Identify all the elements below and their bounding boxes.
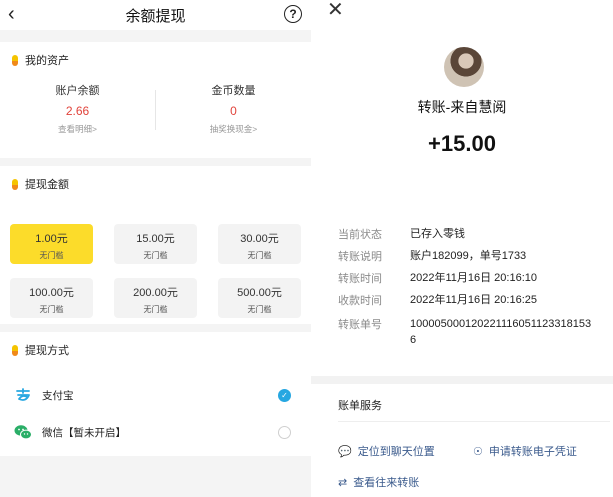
assets-card: 我的资产 账户余额 2.66 查看明细> 金币数量 0 抽奖换现金> bbox=[0, 42, 311, 158]
view-transfers-link[interactable]: ⇄ 查看往来转账 bbox=[338, 474, 419, 490]
section-marker-icon bbox=[12, 344, 18, 356]
transfer-arrows-icon: ⇄ bbox=[338, 476, 348, 489]
withdraw-screen: ‹ 余额提现 ? 我的资产 账户余额 2.66 查看明细> 金币数量 0 抽奖换… bbox=[0, 0, 311, 497]
service-label: 查看往来转账 bbox=[353, 477, 420, 489]
amount-option[interactable]: 1.00元 无门槛 bbox=[10, 224, 93, 264]
section-marker-icon bbox=[12, 178, 18, 190]
amount-option[interactable]: 100.00元 无门槛 bbox=[10, 278, 93, 318]
service-label: 申请转账电子凭证 bbox=[488, 446, 577, 458]
balance-value: 2.66 bbox=[65, 104, 90, 118]
amount-option[interactable]: 500.00元 无门槛 bbox=[218, 278, 301, 318]
amount-value: 500.00元 bbox=[237, 287, 282, 299]
detail-value: 2022年11月16日 20:16:10 bbox=[410, 272, 537, 284]
payment-method-name: 微信【暂未开启】 bbox=[42, 426, 126, 439]
amount-option[interactable]: 30.00元 无门槛 bbox=[218, 224, 301, 264]
amount-value: 1.00元 bbox=[35, 233, 68, 245]
payment-section-header: 提现方式 bbox=[0, 332, 311, 368]
request-certificate-link[interactable]: ☉ 申请转账电子凭证 bbox=[473, 443, 577, 459]
assets-summary: 账户余额 2.66 查看明细> 金币数量 0 抽奖换现金> bbox=[0, 78, 311, 150]
amount-note: 无门槛 bbox=[143, 251, 168, 260]
amount-value: 30.00元 bbox=[240, 233, 279, 245]
chevron-left-icon[interactable]: ‹ bbox=[8, 4, 15, 24]
page-title: 余额提现 bbox=[125, 7, 186, 25]
close-icon[interactable]: ✕ bbox=[327, 0, 344, 20]
payment-method-card: 提现方式 支付宝 ✓ 微信【暂未开启】 bbox=[0, 332, 311, 456]
amount-options: 1.00元 无门槛 15.00元 无门槛 30.00元 无门槛 100.00元 … bbox=[0, 202, 311, 318]
detail-value: 2022年11月16日 20:16:25 bbox=[410, 294, 537, 306]
help-circle-icon[interactable]: ? bbox=[284, 5, 302, 23]
amount-note: 无门槛 bbox=[39, 251, 64, 260]
coins-block: 金币数量 0 抽奖换现金> bbox=[156, 82, 311, 135]
payment-option-wechat[interactable]: 微信【暂未开启】 bbox=[0, 414, 311, 450]
payment-method-name: 支付宝 bbox=[42, 389, 74, 402]
detail-value: 账户182099，单号1733 bbox=[410, 250, 527, 262]
detail-label: 转账时间 bbox=[338, 273, 382, 285]
divider bbox=[338, 421, 610, 422]
payment-option-alipay[interactable]: 支付宝 ✓ bbox=[0, 377, 311, 413]
balance-block: 账户余额 2.66 查看明细> bbox=[0, 82, 155, 135]
section-title: 我的资产 bbox=[25, 55, 69, 67]
coins-value: 0 bbox=[230, 104, 237, 118]
section-title: 提现金额 bbox=[25, 179, 69, 191]
amount-option[interactable]: 200.00元 无门槛 bbox=[114, 278, 197, 318]
balance-label: 账户余额 bbox=[55, 85, 100, 97]
amount-value: 15.00元 bbox=[136, 233, 175, 245]
detail-label: 转账说明 bbox=[338, 251, 382, 263]
nav-bar: ‹ 余额提现 ? bbox=[0, 0, 311, 30]
certificate-icon: ☉ bbox=[473, 445, 483, 458]
amount-value: 100.00元 bbox=[29, 287, 74, 299]
detail-label: 转账单号 bbox=[338, 319, 382, 331]
service-label: 定位到聊天位置 bbox=[357, 446, 435, 458]
assets-section-header: 我的资产 bbox=[0, 42, 311, 78]
view-details-link[interactable]: 查看明细> bbox=[0, 123, 155, 135]
lottery-link[interactable]: 抽奖换现金> bbox=[156, 123, 311, 135]
coins-label: 金币数量 bbox=[211, 85, 256, 97]
amount-note: 无门槛 bbox=[143, 305, 168, 314]
section-marker-icon bbox=[12, 54, 18, 66]
transfer-amount: +15.00 bbox=[428, 131, 496, 156]
alipay-icon bbox=[13, 385, 33, 405]
detail-label: 收款时间 bbox=[338, 295, 382, 307]
detail-label: 当前状态 bbox=[338, 229, 382, 241]
detail-value: 已存入零钱 bbox=[410, 228, 465, 240]
chat-bubble-icon: 💬 bbox=[338, 445, 352, 458]
detail-value: 1000050001202211160511233181536 bbox=[410, 318, 592, 346]
amount-note: 无门槛 bbox=[39, 305, 64, 314]
radio-button[interactable] bbox=[278, 425, 291, 439]
checkmark-icon[interactable]: ✓ bbox=[278, 388, 291, 402]
amount-value: 200.00元 bbox=[133, 287, 178, 299]
amount-note: 无门槛 bbox=[247, 305, 272, 314]
transfer-source: 转账-来自慧阅 bbox=[417, 99, 507, 115]
transfer-detail-screen: ✕ 转账-来自慧阅 +15.00 当前状态 已存入零钱 转账说明 账户18209… bbox=[311, 0, 613, 497]
service-title: 账单服务 bbox=[338, 400, 382, 412]
withdraw-section-header: 提现金额 bbox=[0, 166, 311, 202]
amount-note: 无门槛 bbox=[247, 251, 272, 260]
section-title: 提现方式 bbox=[25, 345, 69, 357]
wechat-icon bbox=[13, 422, 33, 442]
locate-chat-link[interactable]: 💬 定位到聊天位置 bbox=[338, 443, 435, 459]
avatar bbox=[444, 47, 484, 87]
withdraw-amount-card: 提现金额 1.00元 无门槛 15.00元 无门槛 30.00元 无门槛 100… bbox=[0, 166, 311, 324]
amount-option[interactable]: 15.00元 无门槛 bbox=[114, 224, 197, 264]
section-separator bbox=[311, 376, 613, 384]
